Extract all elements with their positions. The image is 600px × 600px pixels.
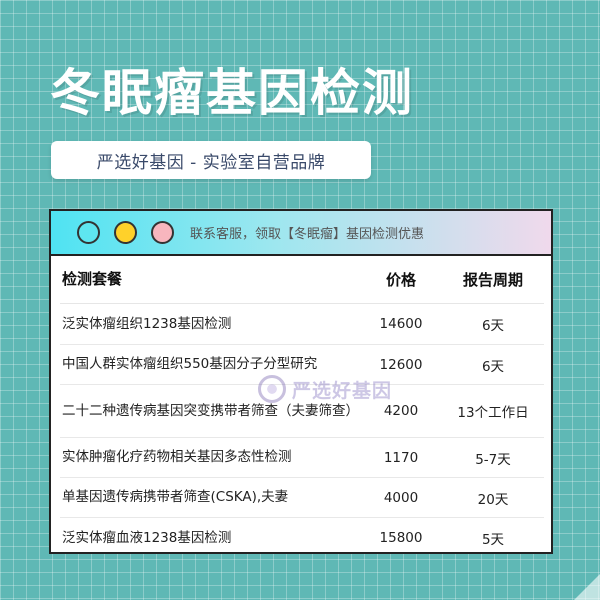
report-period: 13个工作日 (457, 405, 529, 421)
corner-decoration (574, 574, 600, 600)
package-name: 实体肿瘤化疗药物相关基因多态性检测 (62, 449, 292, 465)
package-price: 4000 (383, 489, 419, 506)
package-name: 泛实体瘤组织1238基因检测 (62, 315, 232, 332)
package-price: 12600 (379, 356, 423, 373)
package-name: 泛实体瘤血液1238基因检测 (62, 529, 232, 546)
package-name: 中国人群实体瘤组织550基因分子分型研究 (62, 356, 318, 372)
yellow-circle-icon (114, 221, 137, 244)
table-row[interactable]: 泛实体瘤血液1238基因检测 15800 5天 (60, 518, 544, 558)
package-price: 4200 (383, 403, 419, 419)
cyan-circle-icon (77, 221, 100, 244)
report-period: 6天 (481, 318, 505, 334)
page-title: 冬眠瘤基因检测 (50, 64, 414, 122)
package-price: 1170 (383, 449, 419, 466)
report-period: 5天 (481, 532, 505, 548)
price-card: 联系客服，领取【冬眠瘤】基因检测优惠 检测套餐 价格 报告周期 泛实体瘤组织12… (49, 209, 553, 554)
package-name: 二十二种遗传病基因突变携带者筛查（夫妻筛查） (62, 402, 359, 419)
card-header-bar: 联系客服，领取【冬眠瘤】基因检测优惠 (51, 211, 551, 256)
table-row[interactable]: 中国人群实体瘤组织550基因分子分型研究 12600 6天 (60, 345, 544, 385)
column-header-period: 报告周期 (462, 271, 523, 289)
price-table: 检测套餐 价格 报告周期 泛实体瘤组织1238基因检测 14600 6天 中国人… (51, 256, 551, 558)
package-name: 单基因遗传病携带者筛查(CSKA),夫妻 (62, 489, 289, 505)
table-row[interactable]: 实体肿瘤化疗药物相关基因多态性检测 1170 5-7天 (60, 438, 544, 478)
column-header-price: 价格 (385, 271, 416, 289)
report-period: 5-7天 (475, 451, 511, 468)
contact-promo-text[interactable]: 联系客服，领取【冬眠瘤】基因检测优惠 (190, 223, 424, 242)
package-price: 15800 (379, 530, 423, 546)
package-price: 14600 (379, 316, 423, 332)
report-period: 6天 (481, 358, 505, 375)
pink-circle-icon (151, 221, 174, 244)
table-row[interactable]: 二十二种遗传病基因突变携带者筛查（夫妻筛查） 4200 13个工作日 (60, 385, 544, 438)
subtitle-text: 严选好基因 - 实验室自营品牌 (96, 152, 326, 173)
table-header: 检测套餐 价格 报告周期 (60, 256, 544, 304)
table-row[interactable]: 泛实体瘤组织1238基因检测 14600 6天 (60, 304, 544, 345)
table-row[interactable]: 单基因遗传病携带者筛查(CSKA),夫妻 4000 20天 (60, 478, 544, 518)
report-period: 20天 (477, 491, 509, 508)
column-header-package: 检测套餐 (62, 270, 123, 288)
subtitle-banner: 严选好基因 - 实验室自营品牌 (51, 141, 371, 179)
